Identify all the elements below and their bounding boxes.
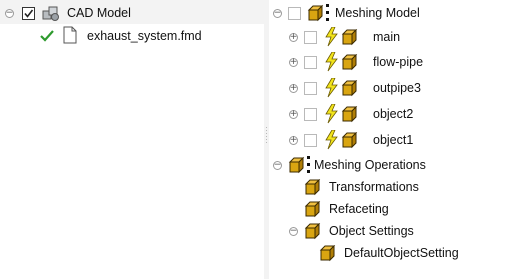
collapse-icon[interactable]: − [273, 161, 282, 170]
bolt-icon [325, 130, 338, 150]
collapse-icon[interactable]: − [273, 9, 282, 18]
mesh-model-cube-icon [308, 4, 329, 21]
object-checkbox[interactable] [304, 134, 317, 147]
cad-model-checkbox[interactable] [22, 7, 35, 20]
tree-row-file[interactable]: exhaust_system.fmd [0, 25, 264, 47]
meshing-operations-icon [289, 156, 310, 173]
operation-label: Refaceting [329, 202, 389, 216]
tree-row-meshing-model[interactable]: − Meshing Model [269, 2, 525, 24]
meshing-operations-label: Meshing Operations [314, 158, 426, 172]
cube-icon [342, 80, 357, 96]
object-settings-label: Object Settings [329, 224, 414, 238]
tree-row-cad-model[interactable]: − CAD Model [0, 2, 264, 24]
cube-icon [320, 245, 335, 261]
object-checkbox[interactable] [304, 31, 317, 44]
object-checkbox[interactable] [304, 56, 317, 69]
tree-row-object[interactable]: + main [269, 26, 525, 48]
meshing-model-label: Meshing Model [335, 6, 420, 20]
tree-row-object[interactable]: + outpipe3 [269, 77, 525, 99]
object-label: flow-pipe [373, 55, 424, 69]
file-icon [63, 26, 77, 44]
object-label: outpipe3 [373, 81, 421, 95]
expand-icon[interactable]: + [289, 33, 298, 42]
bolt-icon [325, 104, 338, 124]
tree-row-default-object-setting[interactable]: DefaultObjectSetting [269, 242, 525, 264]
cube-icon [342, 106, 357, 122]
tree-row-object[interactable]: + object2 [269, 103, 525, 125]
cube-icon [342, 29, 357, 45]
bolt-icon [325, 52, 338, 72]
check-icon [40, 30, 54, 42]
collapse-icon[interactable]: − [5, 9, 14, 18]
meshing-model-checkbox[interactable] [288, 7, 301, 20]
object-checkbox[interactable] [304, 108, 317, 121]
cube-icon [342, 132, 357, 148]
default-object-setting-label: DefaultObjectSetting [344, 246, 459, 260]
object-label: main [373, 30, 401, 44]
tree-row-object[interactable]: + object1 [269, 129, 525, 151]
tree-row-object[interactable]: + flow-pipe [269, 51, 525, 73]
object-checkbox[interactable] [304, 82, 317, 95]
tree-row-operation[interactable]: Refaceting [269, 198, 525, 220]
tree-row-operation[interactable]: Transformations [269, 176, 525, 198]
expand-icon[interactable]: + [289, 84, 298, 93]
expand-icon[interactable]: + [289, 110, 298, 119]
file-label: exhaust_system.fmd [87, 29, 202, 43]
object-label: object1 [373, 133, 414, 147]
bolt-icon [325, 27, 338, 47]
cad-parts-icon [42, 6, 59, 21]
bolt-icon [325, 78, 338, 98]
collapse-icon[interactable]: − [289, 227, 298, 236]
cad-model-pane: − CAD Model exhaust_system.fmd [0, 0, 264, 279]
cad-model-label: CAD Model [67, 6, 131, 20]
expand-icon[interactable]: + [289, 136, 298, 145]
tree-row-object-settings[interactable]: − Object Settings [269, 220, 525, 242]
cube-icon [305, 223, 320, 239]
cube-icon [305, 179, 320, 195]
tree-row-meshing-operations[interactable]: − Meshing Operations [269, 154, 525, 176]
expand-icon[interactable]: + [289, 58, 298, 67]
meshing-pane: − Meshing Model + main + flow-pipe + out… [269, 0, 525, 279]
checkmark-icon [24, 9, 34, 18]
operation-label: Transformations [329, 180, 419, 194]
cube-icon [305, 201, 320, 217]
cube-icon [342, 54, 357, 70]
object-label: object2 [373, 107, 414, 121]
